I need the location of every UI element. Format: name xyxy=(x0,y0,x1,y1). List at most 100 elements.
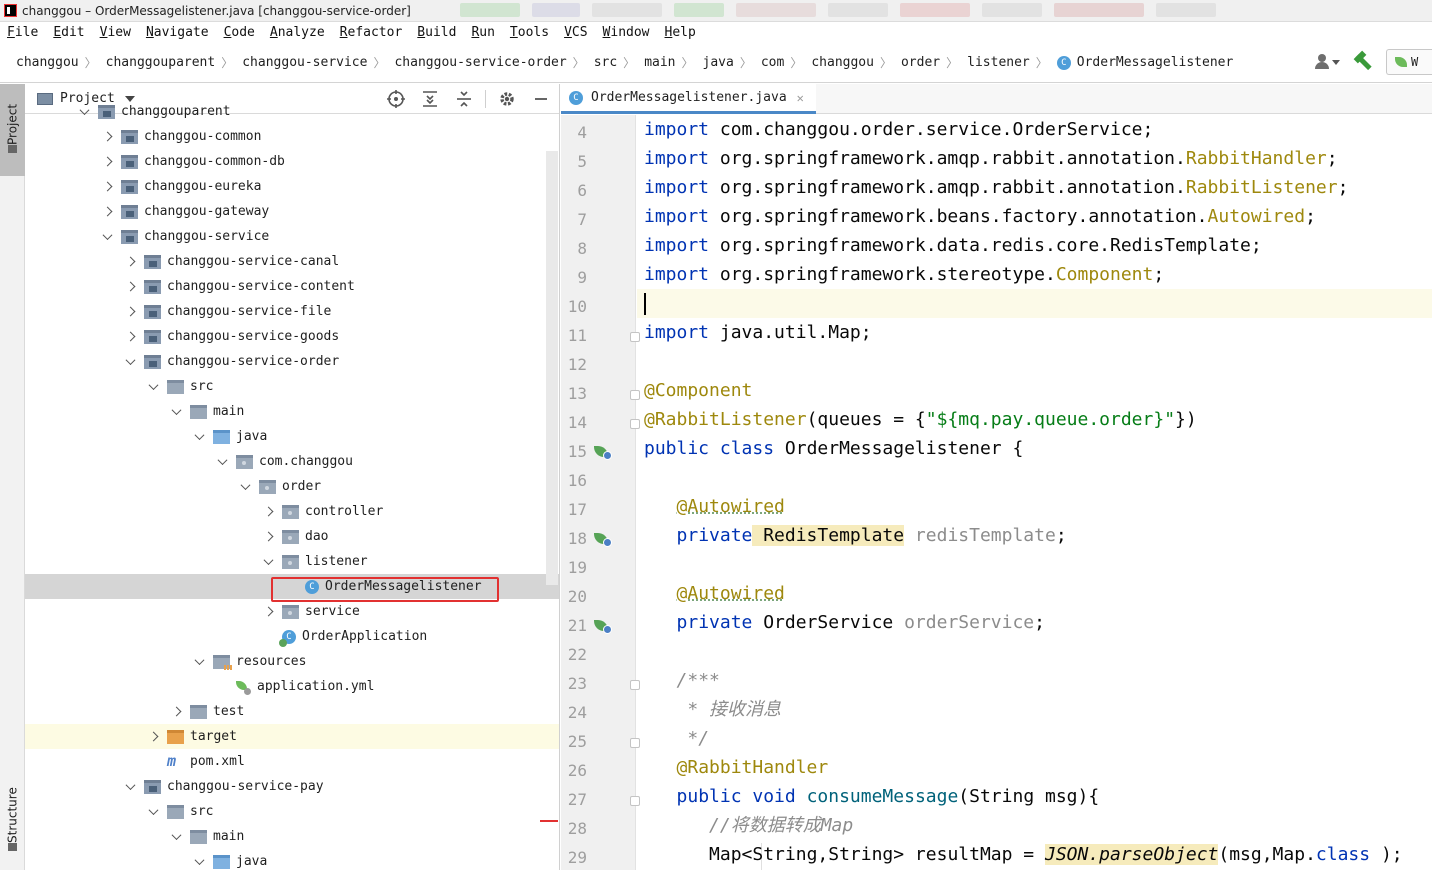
code-line[interactable] xyxy=(637,289,1432,318)
code-line[interactable]: import org.springframework.amqp.rabbit.a… xyxy=(644,173,1348,202)
tree-item[interactable]: changgou-service-canal xyxy=(25,249,559,274)
chevron-right-icon[interactable] xyxy=(122,279,138,295)
tree-item[interactable]: C OrderApplication xyxy=(25,624,559,649)
breadcrumb-item[interactable]: changgou-service-order 〉 xyxy=(394,54,593,71)
close-icon[interactable]: ✕ xyxy=(797,91,804,105)
tree-item[interactable]: application.yml xyxy=(25,674,559,699)
tree-item[interactable]: service xyxy=(25,599,559,624)
menu-code[interactable]: Code xyxy=(224,25,255,40)
menu-view[interactable]: View xyxy=(100,25,131,40)
chevron-down-icon[interactable] xyxy=(99,229,115,245)
breadcrumb-item[interactable]: changgou 〉 xyxy=(811,54,901,71)
code-line[interactable]: Map<String,String> resultMap = JSON.pars… xyxy=(644,840,1403,869)
code-line[interactable]: @Autowired xyxy=(644,579,785,608)
structure-tool-tab[interactable]: Structure xyxy=(0,778,25,864)
menu-analyze[interactable]: Analyze xyxy=(270,25,325,40)
menu-window[interactable]: Window xyxy=(603,25,650,40)
menu-help[interactable]: Help xyxy=(665,25,696,40)
chevron-right-icon[interactable] xyxy=(168,704,184,720)
code-line[interactable]: import org.springframework.beans.factory… xyxy=(644,202,1316,231)
breadcrumb-item[interactable]: listener 〉 xyxy=(967,54,1057,71)
tree-item[interactable]: changgou-eureka xyxy=(25,174,559,199)
chevron-down-icon[interactable] xyxy=(122,779,138,795)
breadcrumb-item[interactable]: changgou-service 〉 xyxy=(242,54,394,71)
code-line[interactable]: import com.changgou.order.service.OrderS… xyxy=(644,115,1153,144)
tab-ordermessagelistener[interactable]: C OrderMessagelistener.java ✕ xyxy=(561,84,816,114)
breadcrumb-item[interactable]: main 〉 xyxy=(644,54,702,71)
code-area[interactable]: import com.changgou.order.service.OrderS… xyxy=(637,115,1432,870)
tree-item[interactable]: order xyxy=(25,474,559,499)
tree-item[interactable]: main xyxy=(25,824,559,849)
code-line[interactable]: //将数据转成Map xyxy=(644,811,853,840)
code-line[interactable]: import org.springframework.data.redis.co… xyxy=(644,231,1262,260)
chevron-right-icon[interactable] xyxy=(260,504,276,520)
chevron-right-icon[interactable] xyxy=(122,329,138,345)
chevron-down-icon[interactable] xyxy=(191,854,207,870)
tree-item[interactable]: main xyxy=(25,399,559,424)
breadcrumb-item[interactable]: com 〉 xyxy=(761,54,812,71)
menu-edit[interactable]: Edit xyxy=(53,25,84,40)
tree-item[interactable]: m pom.xml xyxy=(25,749,559,774)
chevron-right-icon[interactable] xyxy=(122,254,138,270)
chevron-right-icon[interactable] xyxy=(99,204,115,220)
breadcrumb-item[interactable]: changgou 〉 xyxy=(16,54,106,71)
code-line[interactable]: private OrderService orderService; xyxy=(644,608,1045,637)
menu-run[interactable]: Run xyxy=(471,25,494,40)
menu-navigate[interactable]: Navigate xyxy=(146,25,209,40)
breadcrumb-item[interactable]: changgouparent 〉 xyxy=(106,54,243,71)
run-configuration-selector[interactable]: W xyxy=(1386,49,1432,75)
code-line[interactable]: public void consumeMessage(String msg){ xyxy=(644,782,1100,811)
chevron-down-icon[interactable] xyxy=(191,429,207,445)
code-line[interactable]: @RabbitHandler xyxy=(644,753,829,782)
chevron-right-icon[interactable] xyxy=(260,604,276,620)
chevron-down-icon[interactable] xyxy=(237,479,253,495)
code-line[interactable]: */ xyxy=(644,724,709,753)
chevron-down-icon[interactable] xyxy=(168,829,184,845)
tree-item[interactable]: listener xyxy=(25,549,559,574)
chevron-down-icon[interactable] xyxy=(145,379,161,395)
chevron-right-icon[interactable] xyxy=(99,179,115,195)
tree-item[interactable]: changgou-service xyxy=(25,224,559,249)
chevron-down-icon[interactable] xyxy=(191,654,207,670)
tree-item[interactable]: changgou-service-pay xyxy=(25,774,559,799)
build-hammer-icon[interactable] xyxy=(1352,51,1374,73)
code-line[interactable]: public class OrderMessagelistener { xyxy=(644,434,1023,463)
menu-refactor[interactable]: Refactor xyxy=(340,25,403,40)
code-line[interactable]: @RabbitListener(queues = {"${mq.pay.queu… xyxy=(644,405,1197,434)
chevron-down-icon[interactable] xyxy=(122,354,138,370)
tree-item[interactable]: resources xyxy=(25,649,559,674)
menu-vcs[interactable]: VCS xyxy=(564,25,587,40)
tree-item[interactable]: src xyxy=(25,374,559,399)
tree-item[interactable]: changgou-service-file xyxy=(25,299,559,324)
code-line[interactable]: * 接收消息 xyxy=(644,695,781,724)
tree-item[interactable]: dao xyxy=(25,524,559,549)
chevron-right-icon[interactable] xyxy=(122,304,138,320)
tree-item[interactable]: changgou-service-goods xyxy=(25,324,559,349)
breadcrumb-item[interactable]: src 〉 xyxy=(594,54,645,71)
tree-item[interactable]: src xyxy=(25,799,559,824)
tree-item[interactable]: changgou-common xyxy=(25,124,559,149)
code-line[interactable]: import org.springframework.amqp.rabbit.a… xyxy=(644,144,1338,173)
vcs-user-icon[interactable] xyxy=(1314,52,1340,72)
spring-bean-gutter-icon[interactable] xyxy=(594,444,612,460)
tree-item[interactable]: test xyxy=(25,699,559,724)
tree-item[interactable]: changgou-gateway xyxy=(25,199,559,224)
chevron-down-icon[interactable] xyxy=(214,454,230,470)
chevron-down-icon[interactable] xyxy=(168,404,184,420)
chevron-down-icon[interactable] xyxy=(260,554,276,570)
chevron-right-icon[interactable] xyxy=(260,529,276,545)
chevron-right-icon[interactable] xyxy=(99,129,115,145)
menu-file[interactable]: File xyxy=(7,25,38,40)
code-line[interactable]: @Component xyxy=(644,376,752,405)
tree-scrollbar[interactable] xyxy=(546,151,558,585)
tree-item[interactable]: changgouparent xyxy=(25,99,559,124)
spring-bean-gutter-icon[interactable] xyxy=(594,618,612,634)
project-tool-tab[interactable]: Project xyxy=(0,84,25,176)
menu-build[interactable]: Build xyxy=(417,25,456,40)
tree-item[interactable]: java xyxy=(25,849,559,870)
tree-item[interactable]: changgou-service-content xyxy=(25,274,559,299)
tree-item[interactable]: changgou-service-order xyxy=(25,349,559,374)
code-line[interactable]: /*** xyxy=(644,666,720,695)
code-line[interactable]: private RedisTemplate redisTemplate; xyxy=(644,521,1067,550)
chevron-right-icon[interactable] xyxy=(99,154,115,170)
